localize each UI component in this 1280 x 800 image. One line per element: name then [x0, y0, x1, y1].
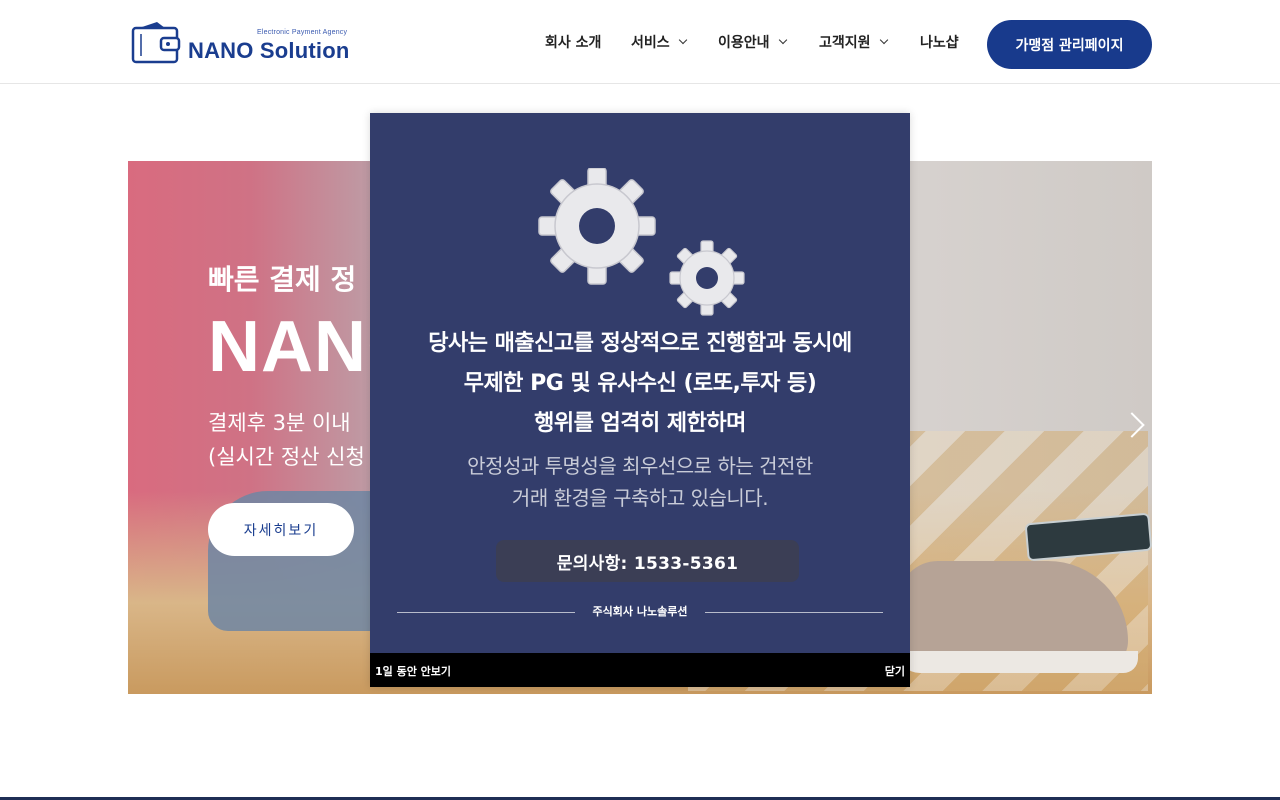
merchant-admin-button[interactable]: 가맹점 관리페이지: [987, 20, 1152, 69]
logo-name: NANO Solution: [188, 38, 350, 63]
popup-notice-line-2: 무제한 PG 및 유사수신 (로또,투자 등): [463, 371, 817, 396]
popup-notice-line-4: 안정성과 투명성을 최우선으로 하는 건전한: [467, 454, 813, 478]
nav-item-guide[interactable]: 이용안내: [718, 32, 787, 52]
popup-notice-line-1: 당사는 매출신고를 정상적으로 진행함과 동시에: [428, 331, 852, 356]
nav-item-label: 이용안내: [718, 35, 770, 51]
site-header: Electronic Payment Agency NANO Solution …: [0, 0, 1280, 84]
hero-more-button[interactable]: 자세히보기: [208, 503, 354, 556]
divider: [705, 612, 883, 613]
hero-subtitle: 결제후 3분 이내: [208, 411, 351, 435]
chevron-down-icon: [778, 35, 787, 45]
popup-notice-line-5: 거래 환경을 구축하고 있습니다.: [511, 486, 769, 510]
popup-notice-line-3: 행위를 엄격히 제한하며: [534, 411, 746, 436]
notice-popup: 당사는 매출신고를 정상적으로 진행함과 동시에 무제한 PG 및 유사수신 (…: [370, 113, 910, 687]
chevron-down-icon: [879, 35, 888, 45]
nav-item-support[interactable]: 고객지원: [819, 32, 888, 52]
hero-background-shoe-sole: [898, 651, 1138, 673]
nav-item-label: 고객지원: [819, 35, 871, 51]
nav-item-services[interactable]: 서비스: [631, 32, 687, 52]
gear-icon: [538, 168, 745, 316]
chevron-down-icon: [678, 35, 687, 45]
nav-item-label: 서비스: [631, 35, 670, 51]
popup-company-name: 주식회사 나노솔루션: [592, 605, 688, 618]
hero-small-title: 빠른 결제 정: [208, 263, 357, 296]
popup-contact: 문의사항: 1533-5361: [496, 540, 799, 582]
nav-item-shop[interactable]: 나노샵: [920, 32, 959, 52]
popup-footer-bar: 1일 동안 안보기 닫기: [370, 653, 910, 687]
hide-for-day-button[interactable]: 1일 동안 안보기: [375, 663, 451, 679]
popup-company-row: 주식회사 나노솔루션: [397, 603, 883, 619]
site-logo[interactable]: Electronic Payment Agency NANO Solution: [131, 20, 371, 66]
close-popup-button[interactable]: 닫기: [885, 663, 905, 679]
nav-item-label: 나노샵: [920, 35, 959, 51]
hero-subtitle-second: (실시간 정산 신청: [208, 445, 365, 469]
nav-item-label: 회사 소개: [545, 35, 602, 51]
wallet-logo-icon: [131, 22, 181, 64]
nav-item-about[interactable]: 회사 소개: [545, 32, 601, 52]
logo-tagline: Electronic Payment Agency: [257, 29, 348, 36]
